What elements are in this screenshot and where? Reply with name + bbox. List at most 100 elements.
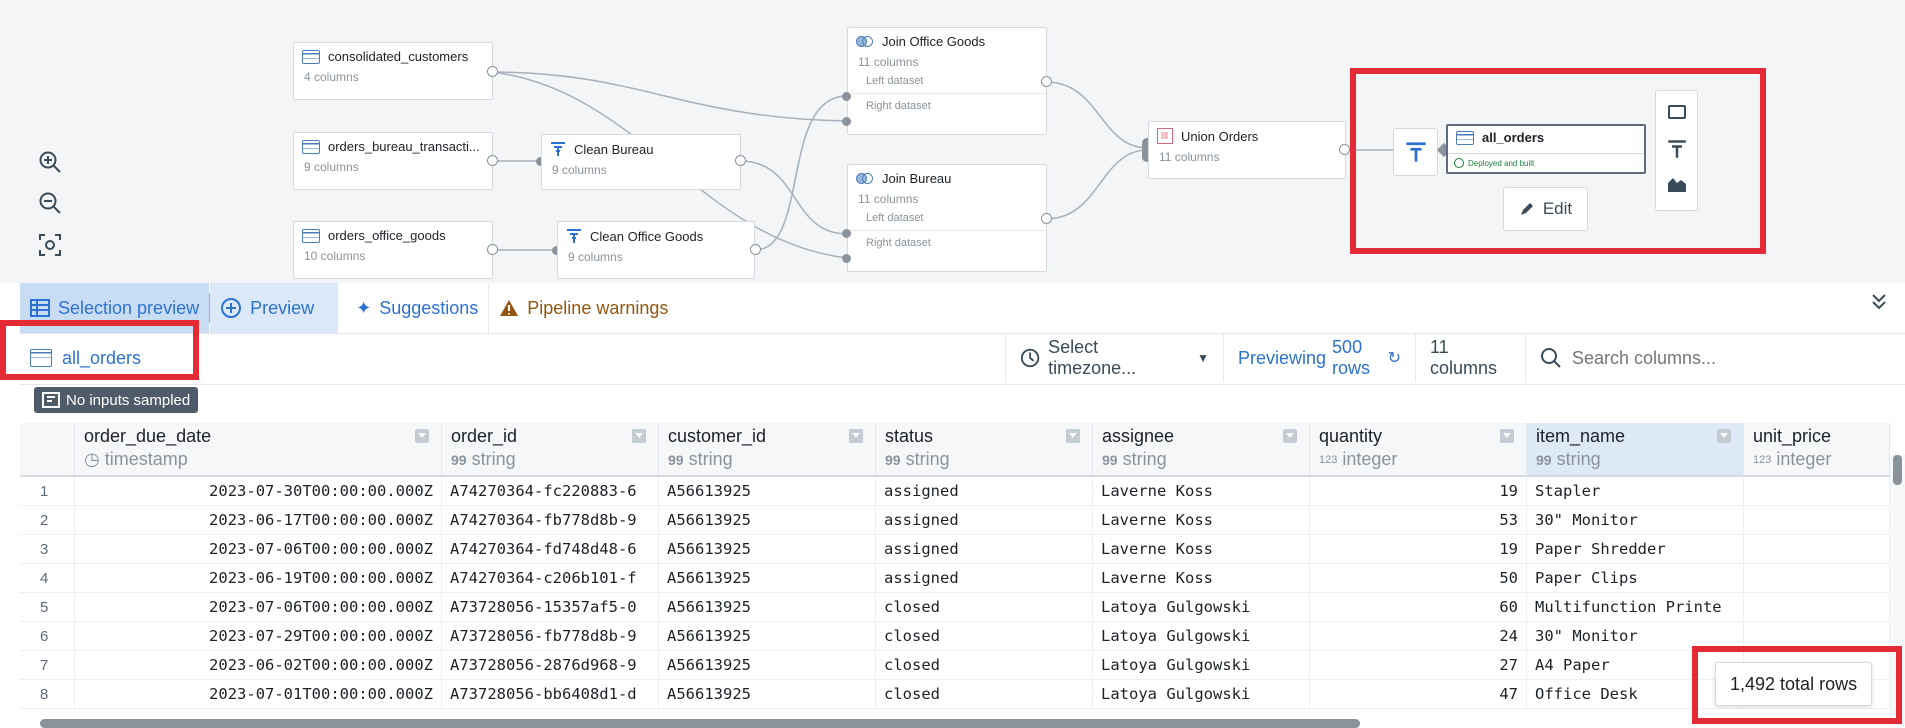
right-input-port[interactable] [842, 117, 851, 126]
status-cell[interactable]: assigned [876, 535, 1093, 563]
column-menu-icon[interactable] [1283, 429, 1297, 443]
unit-price-cell[interactable] [1744, 622, 1890, 650]
table-row[interactable]: 3 2023-07-06T00:00:00.000Z A74270364-fd748… [20, 535, 1890, 564]
dataset-name[interactable]: all_orders [30, 334, 141, 382]
item-name-cell[interactable]: Multifunction Printe [1527, 593, 1744, 621]
assignee-cell[interactable]: Laverne Koss [1093, 535, 1310, 563]
assignee-cell[interactable]: Latoya Gulgowski [1093, 651, 1310, 679]
table-row[interactable]: 1 2023-07-30T00:00:00.000Z A74270364-fc220… [20, 477, 1890, 506]
status-cell[interactable]: closed [876, 680, 1093, 708]
quantity-cell[interactable]: 27 [1310, 651, 1527, 679]
output-port[interactable] [750, 244, 761, 255]
node-consolidated-customers[interactable]: consolidated_customers 4 columns [293, 42, 493, 100]
zoom-out-icon[interactable] [33, 186, 67, 220]
order-id-cell[interactable]: A74270364-fb778d8b-9 [442, 506, 659, 534]
quantity-cell[interactable]: 60 [1310, 593, 1527, 621]
status-cell[interactable]: closed [876, 622, 1093, 650]
order-due-date-cell[interactable]: 2023-07-06T00:00:00.000Z [75, 593, 442, 621]
order-id-cell[interactable]: A74270364-fc220883-6 [442, 477, 659, 505]
table-row[interactable]: 8 2023-07-01T00:00:00.000Z A73728056-bb640… [20, 680, 1890, 709]
right-input-port[interactable] [842, 254, 851, 263]
collapse-panel-icon[interactable] [1871, 293, 1887, 317]
column-menu-icon[interactable] [415, 429, 429, 443]
node-join-bureau[interactable]: Join Bureau 11 columns Left dataset Righ… [847, 164, 1047, 272]
order-id-cell[interactable]: A73728056-fb778d8b-9 [442, 622, 659, 650]
chart-icon[interactable] [1667, 177, 1687, 193]
output-port[interactable] [1339, 144, 1350, 155]
customer-id-cell[interactable]: A56613925 [659, 680, 876, 708]
node-union-orders[interactable]: Union Orders 11 columns [1148, 121, 1346, 179]
tab-suggestions[interactable]: ✦ Suggestions [338, 283, 489, 333]
edit-button[interactable]: Edit [1503, 187, 1588, 231]
assignee-cell[interactable]: Latoya Gulgowski [1093, 593, 1310, 621]
table-row[interactable]: 4 2023-06-19T00:00:00.000Z A74270364-c206b… [20, 564, 1890, 593]
filter-icon[interactable] [1667, 139, 1687, 159]
quantity-cell[interactable]: 19 [1310, 477, 1527, 505]
column-menu-icon[interactable] [1066, 429, 1080, 443]
column-header-order-id[interactable]: order_id 99 string [442, 423, 659, 477]
assignee-cell[interactable]: Laverne Koss [1093, 477, 1310, 505]
add-transform-button[interactable] [1393, 128, 1438, 176]
column-header-status[interactable]: status 99 string [876, 423, 1093, 477]
item-name-cell[interactable]: A4 Paper [1527, 651, 1744, 679]
order-due-date-cell[interactable]: 2023-06-19T00:00:00.000Z [75, 564, 442, 592]
status-cell[interactable]: closed [876, 651, 1093, 679]
column-header-order-due-date[interactable]: order_due_date ◷ timestamp [75, 423, 442, 477]
scroll-thumb[interactable] [1893, 455, 1902, 485]
column-header-customer-id[interactable]: customer_id 99 string [659, 423, 876, 477]
output-port[interactable] [487, 66, 498, 77]
search-columns-input[interactable] [1570, 346, 1874, 370]
fit-view-icon[interactable] [33, 228, 67, 262]
column-menu-icon[interactable] [632, 429, 646, 443]
output-port[interactable] [1041, 213, 1052, 224]
item-name-cell[interactable]: Office Desk [1527, 680, 1744, 708]
customer-id-cell[interactable]: A56613925 [659, 651, 876, 679]
customer-id-cell[interactable]: A56613925 [659, 477, 876, 505]
node-clean-office-goods[interactable]: Clean Office Goods 9 columns [557, 221, 755, 279]
horizontal-scrollbar[interactable] [40, 719, 1360, 728]
item-name-cell[interactable]: 30" Monitor [1527, 506, 1744, 534]
pipeline-graph-canvas[interactable]: consolidated_customers 4 columns orders_… [0, 0, 1905, 283]
order-id-cell[interactable]: A74270364-c206b101-f [442, 564, 659, 592]
unit-price-cell[interactable] [1744, 564, 1890, 592]
tab-preview[interactable]: Preview [210, 283, 339, 333]
order-id-cell[interactable]: A74270364-fd748d48-6 [442, 535, 659, 563]
unit-price-cell[interactable] [1744, 506, 1890, 534]
item-name-cell[interactable]: Paper Clips [1527, 564, 1744, 592]
quantity-cell[interactable]: 19 [1310, 535, 1527, 563]
unit-price-cell[interactable] [1744, 593, 1890, 621]
order-due-date-cell[interactable]: 2023-07-29T00:00:00.000Z [75, 622, 442, 650]
tab-pipeline-warnings[interactable]: Pipeline warnings [488, 283, 679, 333]
customer-id-cell[interactable]: A56613925 [659, 564, 876, 592]
quantity-cell[interactable]: 24 [1310, 622, 1527, 650]
customer-id-cell[interactable]: A56613925 [659, 622, 876, 650]
order-due-date-cell[interactable]: 2023-07-30T00:00:00.000Z [75, 477, 442, 505]
column-menu-icon[interactable] [1717, 429, 1731, 443]
left-input-port[interactable] [842, 229, 851, 238]
unit-price-cell[interactable] [1744, 477, 1890, 505]
customer-id-cell[interactable]: A56613925 [659, 506, 876, 534]
order-id-cell[interactable]: A73728056-2876d968-9 [442, 651, 659, 679]
columns-count[interactable]: 11 columns [1415, 334, 1525, 382]
table-row[interactable]: 2 2023-06-17T00:00:00.000Z A74270364-fb778… [20, 506, 1890, 535]
order-due-date-cell[interactable]: 2023-06-02T00:00:00.000Z [75, 651, 442, 679]
node-all-orders-output[interactable]: all_orders Deployed and built [1446, 124, 1646, 174]
order-id-cell[interactable]: A73728056-15357af5-0 [442, 593, 659, 621]
terminal-icon[interactable] [1668, 105, 1686, 119]
column-menu-icon[interactable] [1500, 429, 1514, 443]
status-cell[interactable]: assigned [876, 506, 1093, 534]
order-due-date-cell[interactable]: 2023-07-01T00:00:00.000Z [75, 680, 442, 708]
item-name-cell[interactable]: 30" Monitor [1527, 622, 1744, 650]
quantity-cell[interactable]: 47 [1310, 680, 1527, 708]
status-cell[interactable]: assigned [876, 564, 1093, 592]
table-row[interactable]: 5 2023-07-06T00:00:00.000Z A73728056-15357… [20, 593, 1890, 622]
column-menu-icon[interactable] [849, 429, 863, 443]
order-due-date-cell[interactable]: 2023-06-17T00:00:00.000Z [75, 506, 442, 534]
output-port[interactable] [487, 244, 498, 255]
column-header-unit-price[interactable]: unit_price 123 integer [1744, 423, 1890, 477]
item-name-cell[interactable]: Paper Shredder [1527, 535, 1744, 563]
assignee-cell[interactable]: Laverne Koss [1093, 564, 1310, 592]
unit-price-cell[interactable] [1744, 535, 1890, 563]
assignee-cell[interactable]: Laverne Koss [1093, 506, 1310, 534]
status-cell[interactable]: closed [876, 593, 1093, 621]
